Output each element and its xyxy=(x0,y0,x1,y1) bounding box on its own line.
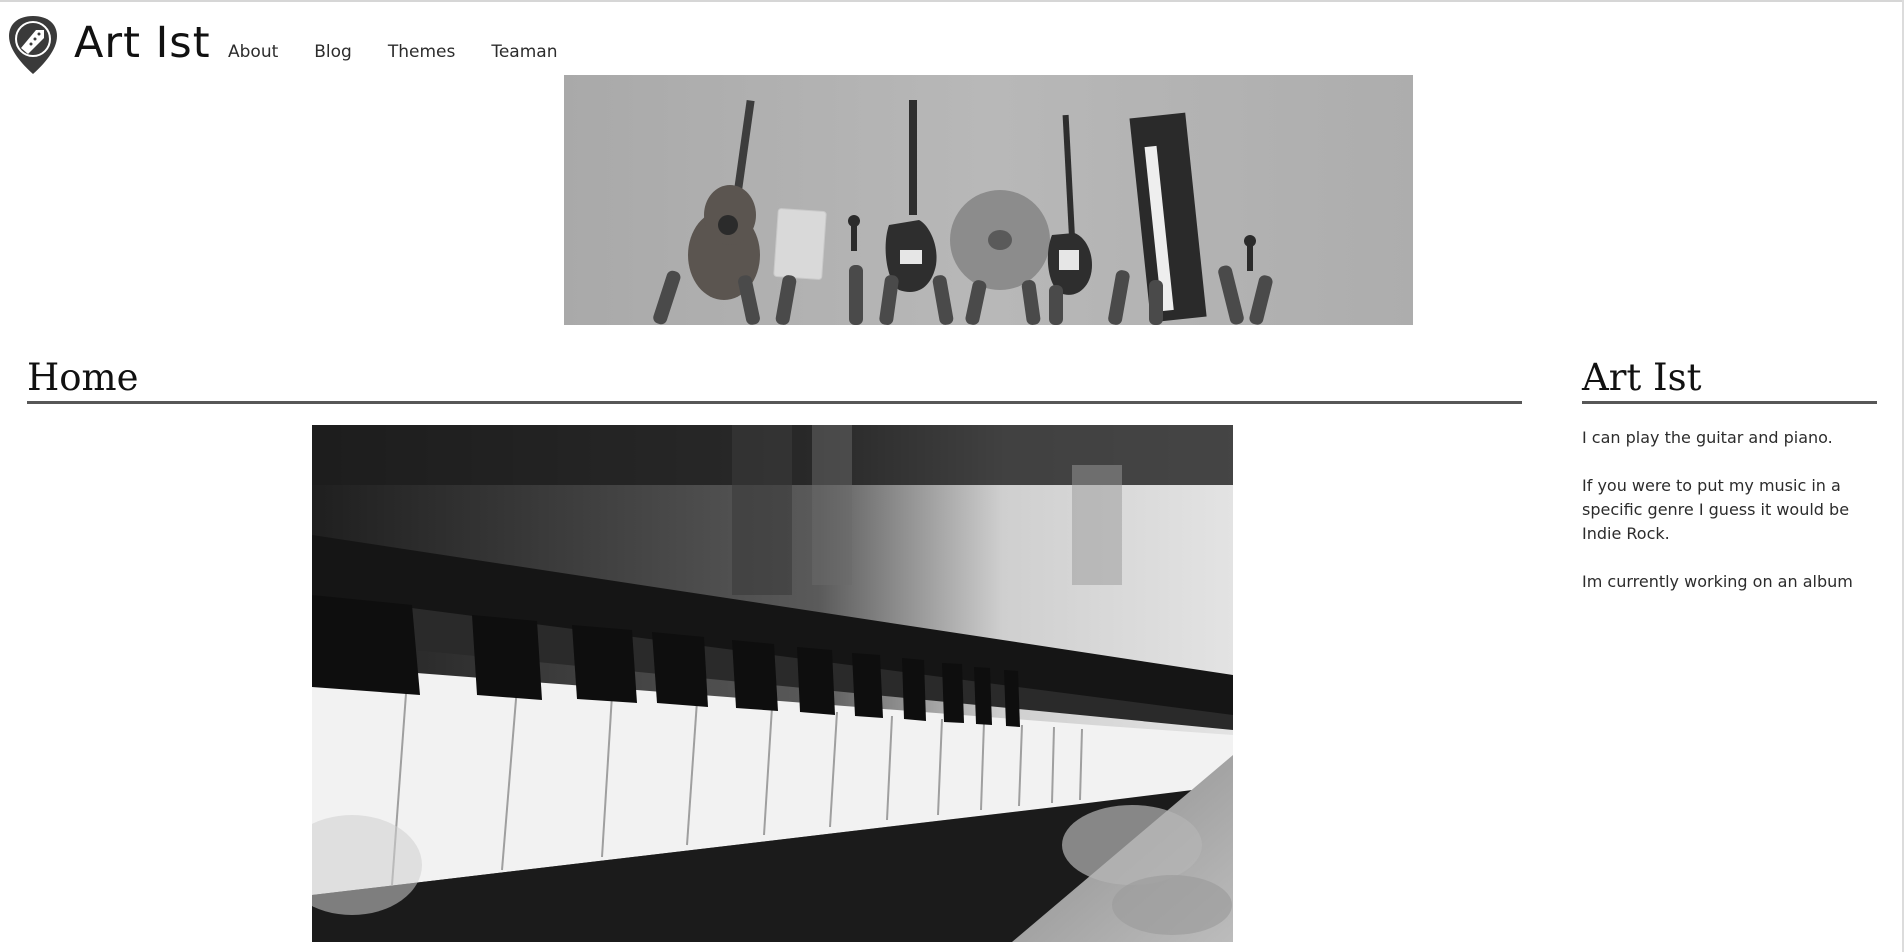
nav-item-themes[interactable]: Themes xyxy=(388,40,456,64)
sidebar: Art Ist I can play the guitar and piano.… xyxy=(1582,355,1877,618)
sidebar-paragraph: If you were to put my music in a specifi… xyxy=(1582,476,1850,543)
nav-item-about[interactable]: About xyxy=(228,40,278,64)
sidebar-paragraph: I can play the guitar and piano. xyxy=(1582,428,1833,447)
nav-item-blog[interactable]: Blog xyxy=(314,40,352,64)
sidebar-heading-divider xyxy=(1582,401,1877,404)
heading-divider xyxy=(27,401,1522,404)
main-content: Home xyxy=(27,355,1522,942)
sidebar-title: Art Ist xyxy=(1582,356,1702,399)
nav-item-teaman[interactable]: Teaman xyxy=(491,40,557,64)
site-title[interactable]: Art Ist xyxy=(74,18,211,68)
piano-keys-image xyxy=(312,425,1233,942)
site-header: Art Ist About Blog Themes Teaman xyxy=(0,2,1904,74)
main-nav: About Blog Themes Teaman xyxy=(228,40,593,64)
banner-image xyxy=(564,75,1413,325)
page-title: Home xyxy=(27,356,139,399)
guitar-pick-logo-icon[interactable] xyxy=(6,14,60,76)
sidebar-text: I can play the guitar and piano. If you … xyxy=(1582,426,1877,594)
sidebar-paragraph: Im currently working on an album xyxy=(1582,572,1853,591)
